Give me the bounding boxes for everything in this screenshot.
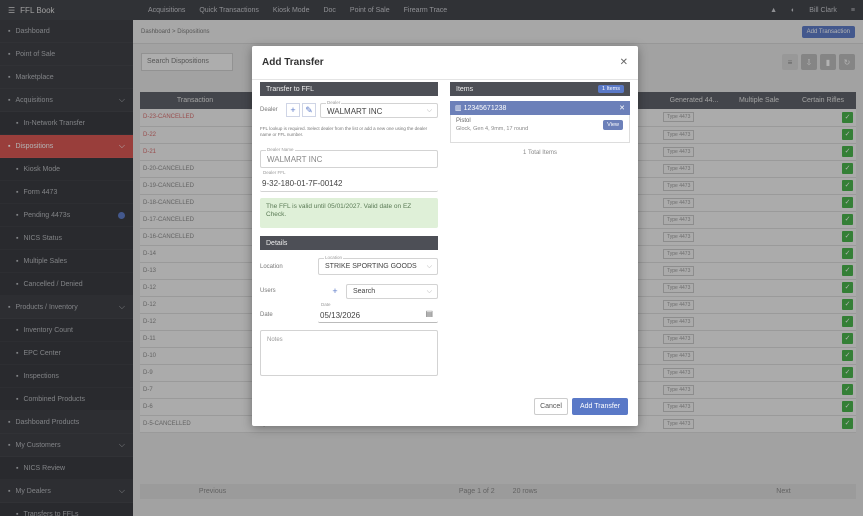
add-transfer-button[interactable]: Add Transfer: [572, 398, 628, 415]
cancel-button[interactable]: Cancel: [534, 398, 568, 415]
add-user-icon[interactable]: +: [328, 284, 342, 298]
location-label: Location: [260, 264, 283, 270]
date-label: Date: [260, 312, 273, 318]
item-card-body: Pistol Glock, Gen 4, 9mm, 17 round View: [450, 115, 630, 143]
transfer-panel-header: Transfer to FFL: [260, 82, 438, 96]
users-search-select[interactable]: Search ⌵: [346, 284, 438, 299]
items-panel: Items 1 Items ▥ 12345671238 ✕ Pistol Glo…: [450, 82, 630, 232]
items-count-badge: 1 Items: [597, 85, 624, 93]
notes-textarea[interactable]: Notes: [260, 330, 438, 376]
location-select[interactable]: Location STRIKE SPORTING GOODS ⌵: [318, 255, 438, 275]
calendar-icon[interactable]: ▤: [425, 309, 433, 318]
ffl-valid-alert: The FFL is valid until 05/01/2027. Valid…: [260, 198, 438, 228]
chevron-down-icon: ⌵: [426, 288, 432, 295]
add-transfer-modal: Add Transfer ✕ Transfer to FFL Dealer + …: [252, 46, 638, 426]
item-card-header: ▥ 12345671238 ✕: [450, 101, 630, 115]
view-item-button[interactable]: View: [603, 120, 623, 130]
modal-title: Add Transfer: [262, 57, 324, 68]
dealer-label: Dealer: [260, 107, 278, 113]
details-panel-header: Details: [260, 236, 438, 250]
barcode-icon: ▥: [455, 105, 464, 112]
item-description: Glock, Gen 4, 9mm, 17 round: [456, 126, 529, 132]
chevron-down-icon: ⌵: [426, 107, 432, 114]
add-dealer-icon[interactable]: +: [286, 103, 300, 117]
item-type: Pistol: [456, 118, 471, 124]
items-panel-header: Items 1 Items: [450, 82, 630, 96]
remove-item-icon[interactable]: ✕: [619, 104, 625, 112]
edit-dealer-icon[interactable]: ✎: [302, 103, 316, 117]
dealer-name-field[interactable]: Dealer Name WALMART INC: [260, 147, 438, 168]
dealer-note: FFL lookup is required. Select dealer fr…: [260, 126, 428, 137]
modal-header: Add Transfer ✕: [252, 46, 638, 80]
dealer-ffl-field[interactable]: Dealer FFL 9-32-180-01-7F-00142: [260, 170, 438, 192]
item-serial: 12345671238: [463, 104, 507, 112]
users-label: Users: [260, 288, 276, 294]
details-panel: Details Location Location STRIKE SPORTIN…: [260, 236, 438, 376]
total-items: 1 Total Items: [523, 150, 557, 156]
date-field[interactable]: Date 05/13/2026 ▤: [318, 302, 438, 323]
chevron-down-icon: ⌵: [426, 263, 432, 270]
close-icon[interactable]: ✕: [620, 57, 628, 68]
dealer-select[interactable]: Dealer WALMART INC ⌵: [320, 100, 438, 118]
